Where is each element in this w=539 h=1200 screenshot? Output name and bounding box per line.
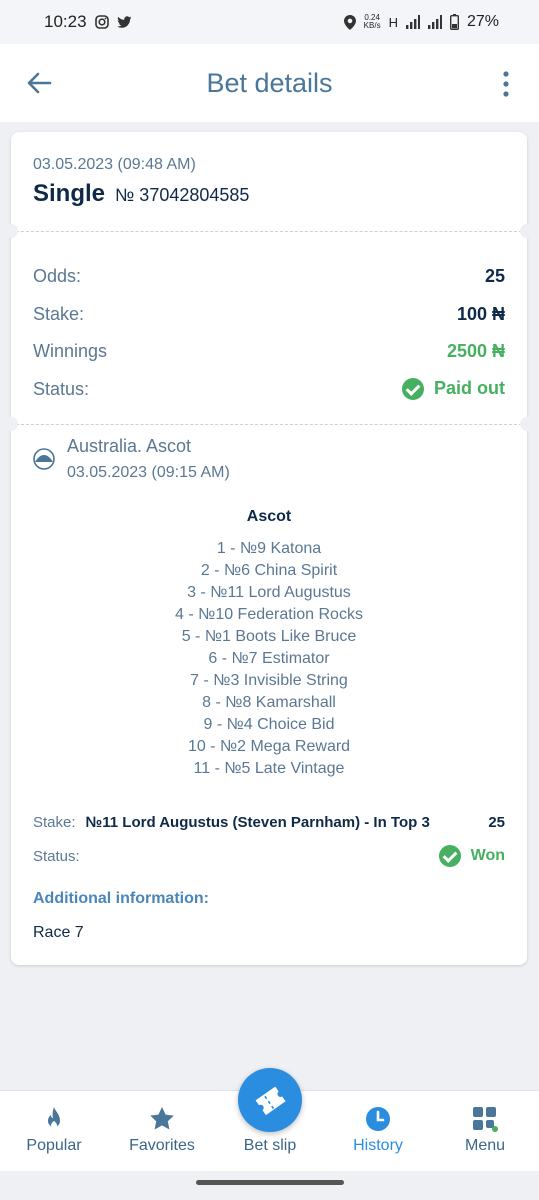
ticket-notch	[4, 417, 18, 431]
ticket-icon	[255, 1086, 286, 1116]
instagram-icon	[94, 15, 109, 29]
clock-icon	[366, 1107, 390, 1131]
status-row: Status: Paid out	[33, 378, 505, 401]
event-date: 03.05.2023 (09:15 AM)	[67, 464, 230, 481]
nav-history[interactable]: History	[324, 1091, 432, 1171]
separator	[11, 424, 527, 425]
flame-icon	[48, 1107, 60, 1129]
network-type: H	[388, 14, 398, 30]
ticket-notch	[520, 417, 534, 431]
selection-name: №11 Lord Augustus (Steven Parnham) - In …	[85, 814, 430, 831]
bet-date: 03.05.2023 (09:48 AM)	[33, 156, 196, 173]
clock: 10:23	[44, 12, 87, 31]
separator	[11, 231, 527, 232]
network-speed: 0.24 KB/s	[363, 13, 381, 30]
list-item: 8 - №8 Kamarshall	[202, 694, 336, 711]
list-item: 2 - №6 China Spirit	[200, 562, 338, 579]
selection-row: Stake: №11 Lord Augustus (Steven Parnham…	[33, 814, 505, 831]
nav-popular[interactable]: Popular	[0, 1091, 108, 1171]
odds-value: 25	[484, 266, 505, 286]
check-circle-icon	[438, 845, 461, 867]
winnings-value: 2500 ₦	[446, 341, 505, 361]
horse-racing-icon	[33, 448, 55, 470]
selection-status-row: Status: Won	[33, 845, 505, 867]
selection-odds: 25	[488, 814, 505, 831]
list-item: 3 - №11 Lord Augustus	[187, 584, 351, 601]
battery-level: 27%	[466, 13, 499, 30]
event-title: Australia. Ascot	[67, 436, 192, 456]
additional-info-label: Additional information:	[33, 890, 209, 907]
back-arrow-icon[interactable]	[24, 68, 54, 98]
bet-type: Single	[33, 180, 106, 207]
list-item: 9 - №4 Choice Bid	[203, 716, 335, 733]
list-item: 10 - №2 Mega Reward	[187, 738, 351, 755]
runners-list: 1 - №9 Katona 2 - №6 China Spirit 3 - №1…	[11, 538, 527, 780]
home-indicator[interactable]	[196, 1180, 344, 1185]
signal-icon	[405, 15, 420, 29]
won-badge: Won	[438, 845, 505, 867]
bet-number: № 37042804585	[115, 185, 250, 205]
grid-menu-icon	[473, 1107, 498, 1132]
winnings-row: Winnings 2500 ₦	[33, 341, 505, 361]
nav-menu[interactable]: Menu	[431, 1091, 539, 1171]
more-options-icon[interactable]	[501, 70, 511, 98]
twitter-icon	[116, 15, 132, 28]
page-title: Bet details	[206, 67, 333, 98]
bet-slip-label: Bet slip	[243, 1137, 297, 1154]
odds-row: Odds: 25	[33, 266, 505, 286]
app-bar: Bet details	[0, 44, 539, 122]
location-icon	[343, 14, 356, 30]
nav-favorites[interactable]: Favorites	[108, 1091, 216, 1171]
list-item: 6 - №7 Estimator	[208, 650, 330, 667]
signal-icon-2	[427, 15, 442, 29]
stake-value: 100 ₦	[456, 304, 505, 324]
bet-details-card: 03.05.2023 (09:48 AM) Single № 370428045…	[4, 132, 534, 965]
ticket-notch	[4, 224, 18, 238]
list-item: 4 - №10 Federation Rocks	[175, 606, 363, 623]
list-item: 5 - №1 Boots Like Bruce	[181, 628, 357, 645]
bet-slip-button[interactable]	[238, 1068, 302, 1132]
list-item: 11 - №5 Late Vintage	[193, 760, 345, 777]
additional-info-value: Race 7	[33, 924, 84, 941]
list-item: 1 - №9 Katona	[216, 540, 322, 557]
check-circle-icon	[402, 378, 424, 401]
stake-row: Stake: 100 ₦	[33, 304, 505, 324]
battery-icon	[449, 14, 459, 30]
star-icon	[150, 1107, 174, 1130]
status-bar: 10:23 0.24 KB/s H 27%	[0, 0, 539, 44]
status-badge: Paid out	[402, 378, 505, 401]
list-item: 7 - №3 Invisible String	[190, 672, 348, 689]
race-title: Ascot	[246, 508, 292, 525]
ticket-notch	[520, 224, 534, 238]
